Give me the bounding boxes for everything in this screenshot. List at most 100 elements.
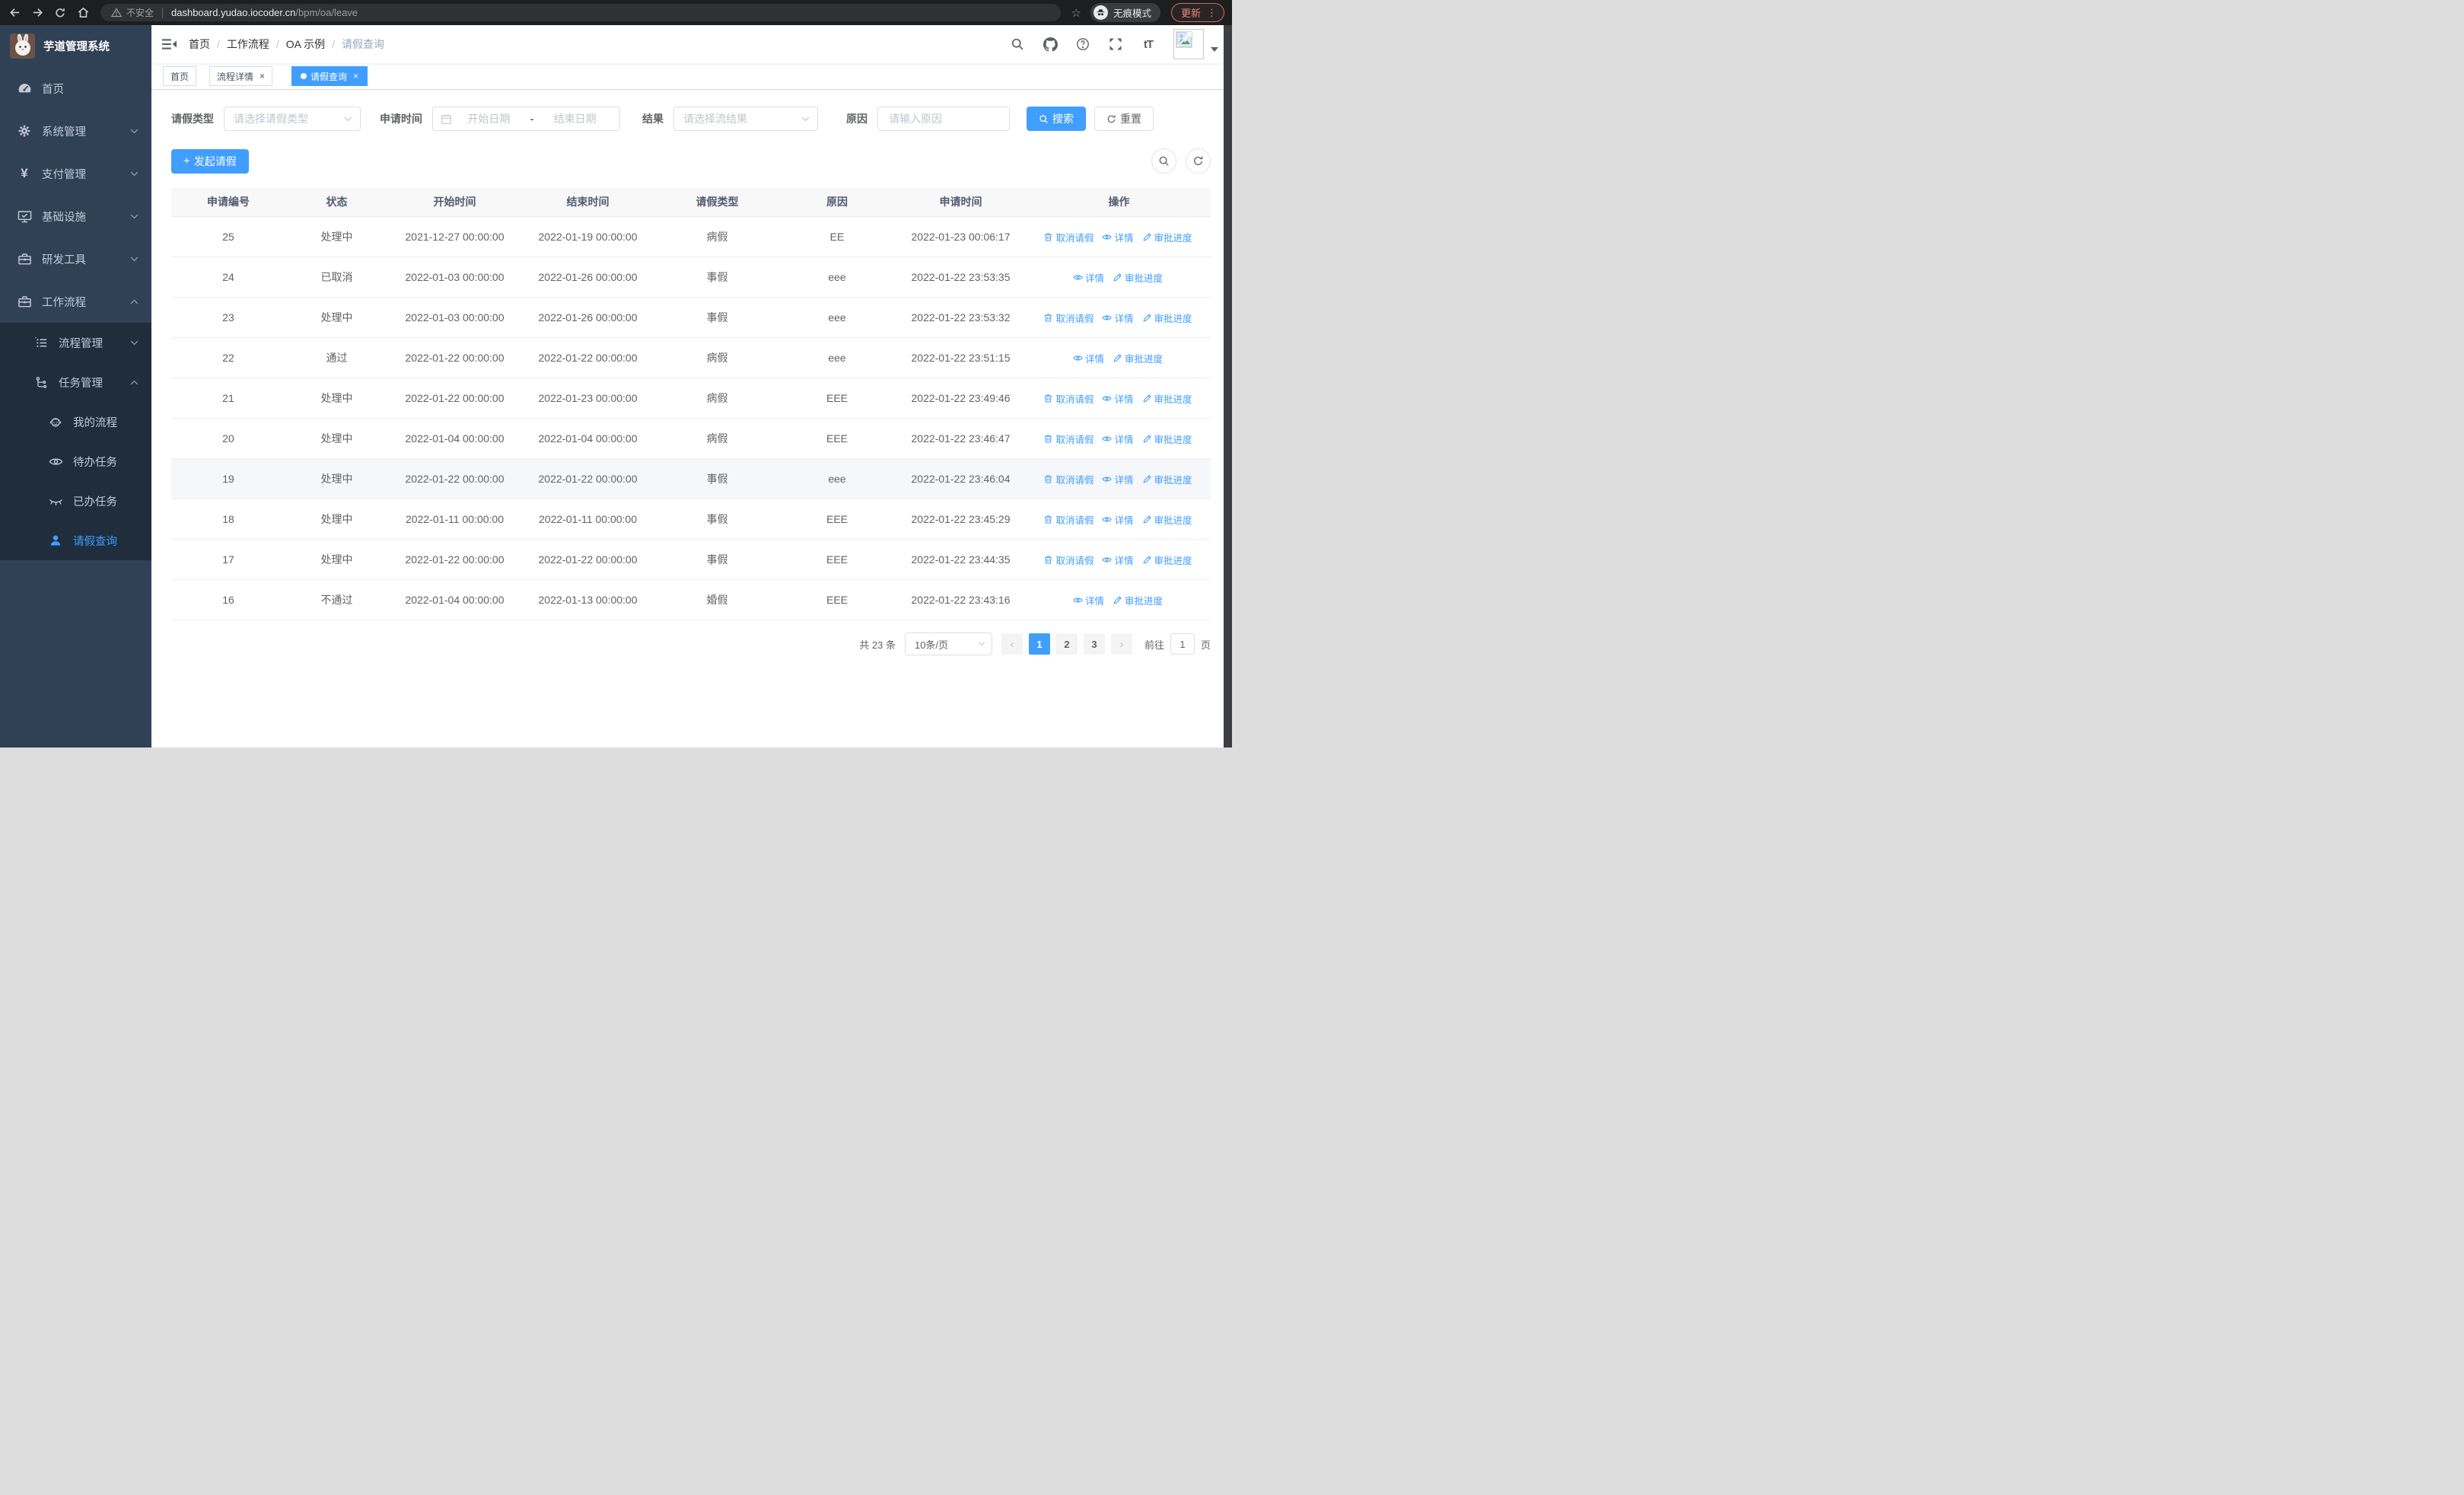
url-text: dashboard.yudao.iocoder.cn/bpm/oa/leave bbox=[171, 7, 358, 18]
cell-end: 2022-01-11 00:00:00 bbox=[521, 499, 654, 540]
progress-link[interactable]: 审批进度 bbox=[1113, 593, 1163, 607]
detail-link[interactable]: 详情 bbox=[1102, 230, 1134, 244]
cancel-leave-link[interactable]: 取消请假 bbox=[1043, 512, 1094, 527]
browser-update-button[interactable]: 更新 ⋮ bbox=[1170, 3, 1224, 22]
cell-start: 2022-01-22 00:00:00 bbox=[388, 337, 521, 378]
progress-link[interactable]: 审批进度 bbox=[1142, 391, 1192, 406]
apply-time-label: 申请时间 bbox=[380, 113, 422, 125]
progress-link[interactable]: 审批进度 bbox=[1142, 311, 1192, 325]
prev-page-button[interactable]: ‹ bbox=[1001, 633, 1023, 655]
breadcrumb-item[interactable]: OA 示例 bbox=[286, 37, 325, 52]
detail-link[interactable]: 详情 bbox=[1073, 593, 1104, 607]
progress-link[interactable]: 审批进度 bbox=[1142, 512, 1192, 527]
forward-icon[interactable] bbox=[27, 3, 47, 23]
end-date-placeholder: 结束日期 bbox=[553, 113, 597, 125]
col-header-reason: 原因 bbox=[780, 187, 894, 217]
user-avatar[interactable] bbox=[1173, 29, 1204, 59]
detail-link[interactable]: 详情 bbox=[1073, 270, 1104, 285]
browser-scrollbar[interactable] bbox=[1224, 25, 1232, 748]
progress-link[interactable]: 审批进度 bbox=[1142, 432, 1192, 446]
sidebar-item-payment[interactable]: ¥ 支付管理 bbox=[0, 152, 151, 195]
sidebar-item-my-process[interactable]: 我的流程 bbox=[0, 402, 151, 441]
progress-link[interactable]: 审批进度 bbox=[1142, 472, 1192, 486]
cancel-leave-link[interactable]: 取消请假 bbox=[1043, 230, 1094, 244]
create-leave-button[interactable]: + 发起请假 bbox=[171, 148, 249, 174]
tab-process-detail[interactable]: 流程详情 × bbox=[209, 66, 273, 86]
detail-link[interactable]: 详情 bbox=[1102, 391, 1134, 406]
cell-id: 25 bbox=[171, 216, 285, 257]
start-date-placeholder: 开始日期 bbox=[467, 113, 511, 125]
next-page-button[interactable]: › bbox=[1110, 633, 1132, 655]
yen-icon: ¥ bbox=[21, 166, 28, 180]
avatar-dropdown-icon[interactable] bbox=[1211, 47, 1218, 52]
pen-icon bbox=[1142, 515, 1152, 524]
cancel-leave-link[interactable]: 取消请假 bbox=[1043, 472, 1094, 486]
reload-icon[interactable] bbox=[50, 3, 70, 23]
apply-time-range-picker[interactable]: 开始日期 - 结束日期 bbox=[432, 107, 620, 131]
home-icon[interactable] bbox=[73, 3, 93, 23]
detail-link[interactable]: 详情 bbox=[1102, 553, 1134, 567]
close-icon[interactable]: × bbox=[353, 71, 358, 81]
detail-link[interactable]: 详情 bbox=[1102, 472, 1134, 486]
github-icon[interactable] bbox=[1043, 37, 1058, 52]
close-icon[interactable]: × bbox=[259, 71, 265, 81]
browser-menu-icon[interactable]: ⋮ bbox=[1207, 7, 1217, 19]
page-button-1[interactable]: 1 bbox=[1028, 633, 1050, 655]
font-size-icon[interactable]: tT bbox=[1141, 37, 1156, 52]
reset-button[interactable]: 重置 bbox=[1094, 107, 1154, 131]
help-icon[interactable] bbox=[1075, 37, 1090, 52]
cancel-leave-link[interactable]: 取消请假 bbox=[1043, 311, 1094, 325]
reason-input[interactable] bbox=[887, 112, 1000, 126]
sidebar-item-system[interactable]: 系统管理 bbox=[0, 110, 151, 152]
bookmark-star-icon[interactable]: ☆ bbox=[1071, 6, 1081, 20]
site-security[interactable]: 不安全 bbox=[111, 6, 154, 19]
fullscreen-icon[interactable] bbox=[1108, 37, 1123, 52]
page-button-2[interactable]: 2 bbox=[1055, 633, 1078, 655]
table-header-row: 申请编号 状态 开始时间 结束时间 请假类型 原因 申请时间 操作 bbox=[171, 187, 1211, 217]
incognito-label: 无痕模式 bbox=[1113, 8, 1151, 19]
progress-link[interactable]: 审批进度 bbox=[1113, 351, 1163, 365]
total-count: 共 23 条 bbox=[859, 639, 896, 651]
detail-link[interactable]: 详情 bbox=[1102, 512, 1134, 527]
sidebar-item-leave-query[interactable]: 请假查询 bbox=[0, 521, 151, 560]
progress-link[interactable]: 审批进度 bbox=[1142, 553, 1192, 567]
search-icon[interactable] bbox=[1010, 37, 1025, 52]
detail-link[interactable]: 详情 bbox=[1102, 311, 1134, 325]
page-button-3[interactable]: 3 bbox=[1083, 633, 1105, 655]
cancel-leave-link[interactable]: 取消请假 bbox=[1043, 432, 1094, 446]
search-button[interactable]: 搜索 bbox=[1027, 107, 1086, 131]
goto-page-input[interactable] bbox=[1170, 633, 1195, 655]
leave-type-select[interactable]: 请选择请假类型 bbox=[224, 107, 361, 131]
tab-leave-query[interactable]: 请假查询 × bbox=[291, 66, 368, 86]
refresh-table-button[interactable] bbox=[1186, 148, 1211, 174]
tab-home[interactable]: 首页 bbox=[163, 66, 197, 86]
sidebar-item-todo-tasks[interactable]: 待办任务 bbox=[0, 441, 151, 481]
table-row: 25 处理中 2021-12-27 00:00:00 2022-01-19 00:00… bbox=[171, 216, 1211, 257]
progress-link[interactable]: 审批进度 bbox=[1113, 270, 1163, 285]
sidebar-item-home[interactable]: 首页 bbox=[0, 67, 151, 110]
page-size-select[interactable]: 10条/页 bbox=[904, 633, 992, 655]
briefcase-icon bbox=[17, 294, 32, 309]
result-select[interactable]: 请选择流结果 bbox=[673, 107, 818, 131]
detail-link[interactable]: 详情 bbox=[1102, 432, 1134, 446]
sidebar-item-process-mgmt[interactable]: 流程管理 bbox=[0, 323, 151, 362]
cell-status: 不通过 bbox=[285, 579, 388, 620]
progress-link[interactable]: 审批进度 bbox=[1142, 230, 1192, 244]
sidebar-item-infra[interactable]: 基础设施 bbox=[0, 195, 151, 237]
sidebar-item-task-mgmt[interactable]: 任务管理 bbox=[0, 362, 151, 402]
sidebar-collapse-icon[interactable] bbox=[162, 38, 177, 50]
sidebar-item-workflow[interactable]: 工作流程 bbox=[0, 280, 151, 323]
back-icon[interactable] bbox=[5, 3, 24, 23]
breadcrumb-item[interactable]: 首页 bbox=[189, 37, 210, 52]
warning-triangle-icon bbox=[111, 8, 122, 18]
cell-id: 24 bbox=[171, 257, 285, 298]
table-row: 24 已取消 2022-01-03 00:00:00 2022-01-26 00:00… bbox=[171, 257, 1211, 298]
toggle-search-button[interactable] bbox=[1151, 148, 1176, 174]
cancel-leave-link[interactable]: 取消请假 bbox=[1043, 391, 1094, 406]
breadcrumb-item[interactable]: 工作流程 bbox=[227, 37, 269, 52]
address-bar[interactable]: 不安全 dashboard.yudao.iocoder.cn/bpm/oa/le… bbox=[100, 4, 1061, 21]
detail-link[interactable]: 详情 bbox=[1073, 351, 1104, 365]
sidebar-item-done-tasks[interactable]: 已办任务 bbox=[0, 481, 151, 521]
cancel-leave-link[interactable]: 取消请假 bbox=[1043, 553, 1094, 567]
sidebar-item-devtools[interactable]: 研发工具 bbox=[0, 237, 151, 280]
